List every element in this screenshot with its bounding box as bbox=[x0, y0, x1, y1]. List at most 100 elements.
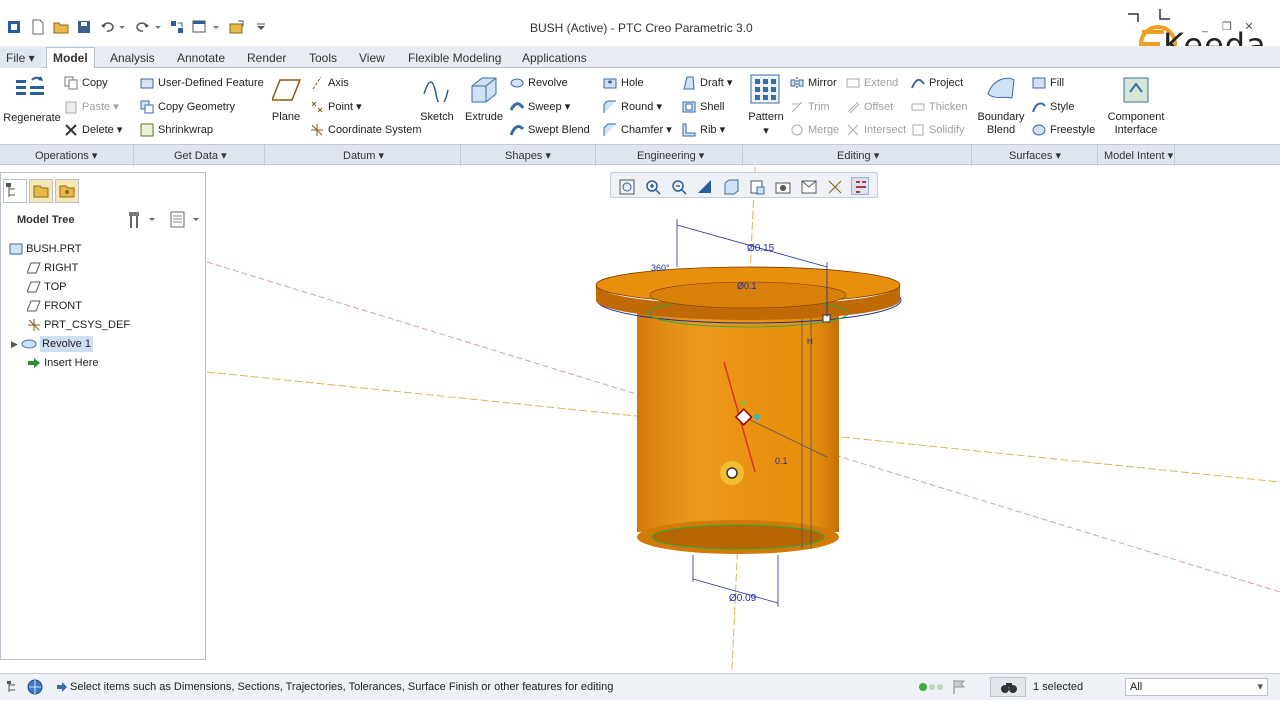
graphics-viewport[interactable]: Ø0.15 360° Ø0.1 0.1 H Ø0.09 bbox=[207, 167, 1280, 670]
copy-button[interactable]: Copy bbox=[64, 76, 108, 90]
component-interface-label-2[interactable]: Interface bbox=[1100, 124, 1172, 136]
chamfer-button[interactable]: Chamfer ▾ bbox=[603, 123, 672, 137]
boundary-blend-icon[interactable] bbox=[985, 74, 1017, 109]
delete-button[interactable]: Delete ▾ bbox=[64, 123, 122, 137]
paste-button[interactable]: Paste ▾ bbox=[64, 100, 119, 114]
merge-button[interactable]: Merge bbox=[790, 123, 839, 137]
dim-inner-diameter[interactable]: Ø0.1 bbox=[737, 281, 757, 291]
shell-button[interactable]: Shell bbox=[682, 100, 724, 114]
windows-icon[interactable] bbox=[190, 18, 222, 36]
group-engineering[interactable]: Engineering ▾ bbox=[637, 149, 704, 162]
app-menu-icon[interactable] bbox=[6, 18, 22, 36]
tab-tools[interactable]: Tools bbox=[303, 49, 343, 68]
mirror-button[interactable]: Mirror bbox=[790, 76, 837, 90]
refit-icon[interactable] bbox=[617, 177, 635, 195]
tab-applications[interactable]: Applications bbox=[516, 49, 593, 68]
annotation-display-icon[interactable] bbox=[851, 177, 869, 195]
pattern-dropdown-icon[interactable]: ▾ bbox=[760, 124, 772, 137]
tree-settings-icon[interactable] bbox=[127, 210, 157, 233]
sketch-label[interactable]: Sketch bbox=[418, 111, 456, 123]
group-shapes[interactable]: Shapes ▾ bbox=[505, 149, 551, 162]
boundary-blend-label-1[interactable]: Boundary bbox=[974, 111, 1028, 123]
datum-display-icon[interactable] bbox=[825, 177, 843, 195]
tree-show-icon[interactable] bbox=[169, 210, 203, 233]
customize-dropdown-icon[interactable] bbox=[256, 18, 266, 36]
view-manager-icon[interactable] bbox=[773, 177, 791, 195]
dim-bore-diameter[interactable]: Ø0.09 bbox=[729, 593, 757, 604]
coordinate-system-button[interactable]: Coordinate System bbox=[310, 123, 422, 137]
group-surfaces[interactable]: Surfaces ▾ bbox=[1009, 149, 1061, 162]
swept-blend-button[interactable]: Swept Blend bbox=[509, 123, 590, 137]
pattern-label[interactable]: Pattern bbox=[744, 111, 788, 123]
intersect-button[interactable]: Intersect bbox=[846, 123, 906, 137]
solidify-button[interactable]: Solidify bbox=[911, 123, 964, 137]
plane-icon[interactable] bbox=[270, 78, 302, 105]
tab-analysis[interactable]: Analysis bbox=[104, 49, 161, 68]
flag-icon[interactable] bbox=[952, 679, 966, 698]
tab-file[interactable]: File ▾ bbox=[0, 49, 41, 68]
browser-toggle-icon[interactable] bbox=[26, 678, 44, 699]
tree-item-insert-here[interactable]: Insert Here bbox=[27, 355, 98, 371]
trim-button[interactable]: Trim bbox=[790, 100, 830, 114]
zoom-out-icon[interactable] bbox=[669, 177, 687, 195]
sweep-button[interactable]: Sweep ▾ bbox=[509, 100, 570, 114]
saved-orientations-icon[interactable] bbox=[747, 177, 765, 195]
regenerate-quick-icon[interactable] bbox=[168, 18, 186, 36]
expand-arrow-icon[interactable]: ▶ bbox=[11, 339, 18, 349]
group-get-data[interactable]: Get Data ▾ bbox=[174, 149, 227, 162]
dim-flange-diameter[interactable]: Ø0.15 bbox=[747, 243, 775, 254]
zoom-in-icon[interactable] bbox=[643, 177, 661, 195]
hole-button[interactable]: Hole bbox=[603, 76, 644, 90]
new-file-icon[interactable] bbox=[30, 18, 46, 36]
redo-icon[interactable] bbox=[134, 18, 162, 36]
component-interface-icon[interactable] bbox=[1120, 74, 1152, 109]
tab-favorites[interactable] bbox=[55, 179, 79, 203]
axis-button[interactable]: Axis bbox=[310, 76, 349, 90]
tree-item-right[interactable]: RIGHT bbox=[26, 260, 78, 276]
tab-model-tree[interactable] bbox=[3, 179, 27, 203]
dim-height[interactable]: 0.1 bbox=[775, 456, 788, 466]
group-datum[interactable]: Datum ▾ bbox=[343, 149, 384, 162]
repaint-icon[interactable] bbox=[695, 177, 713, 195]
save-icon[interactable] bbox=[76, 18, 92, 36]
thicken-button[interactable]: Thicken bbox=[911, 100, 968, 114]
tree-item-front[interactable]: FRONT bbox=[26, 298, 82, 314]
tree-item-revolve[interactable]: ▶ Revolve 1 bbox=[11, 336, 93, 352]
group-operations[interactable]: Operations ▾ bbox=[35, 149, 97, 162]
component-interface-label-1[interactable]: Component bbox=[1100, 111, 1172, 123]
regenerate-label[interactable]: Regenerate bbox=[2, 112, 62, 124]
extrude-label[interactable]: Extrude bbox=[462, 111, 506, 123]
find-binoculars-icon[interactable] bbox=[990, 677, 1026, 697]
regen-status-icon[interactable] bbox=[918, 682, 948, 695]
selection-filter-dropdown[interactable]: All ▾ bbox=[1125, 678, 1268, 696]
freestyle-button[interactable]: Freestyle bbox=[1032, 123, 1095, 137]
tree-item-top[interactable]: TOP bbox=[26, 279, 66, 295]
style-button[interactable]: Style bbox=[1032, 100, 1074, 114]
extend-button[interactable]: Extend bbox=[846, 76, 898, 90]
model-canvas[interactable]: Ø0.15 360° Ø0.1 0.1 H Ø0.09 bbox=[207, 167, 1280, 670]
shrinkwrap-button[interactable]: Shrinkwrap bbox=[140, 123, 213, 137]
extrude-icon[interactable] bbox=[468, 74, 500, 109]
regenerate-icon[interactable] bbox=[14, 74, 46, 109]
display-style-icon[interactable] bbox=[721, 177, 739, 195]
open-folder-icon[interactable] bbox=[52, 18, 70, 36]
revolve-button[interactable]: Revolve bbox=[510, 76, 568, 90]
user-defined-feature-button[interactable]: User-Defined Feature bbox=[140, 76, 264, 90]
boundary-blend-label-2[interactable]: Blend bbox=[974, 124, 1028, 136]
tab-render[interactable]: Render bbox=[241, 49, 292, 68]
group-editing[interactable]: Editing ▾ bbox=[837, 149, 879, 162]
tab-folder-browser[interactable] bbox=[29, 179, 53, 203]
pattern-icon[interactable] bbox=[750, 74, 780, 107]
close-window-icon[interactable] bbox=[228, 18, 246, 36]
group-model-intent[interactable]: Model Intent ▾ bbox=[1104, 149, 1173, 162]
tab-model[interactable]: Model bbox=[46, 47, 95, 69]
fill-button[interactable]: Fill bbox=[1032, 76, 1064, 90]
tree-item-part[interactable]: BUSH.PRT bbox=[9, 241, 81, 257]
toggle-navigator-icon[interactable] bbox=[5, 679, 21, 698]
tree-item-csys[interactable]: PRT_CSYS_DEF bbox=[27, 317, 130, 333]
point-button[interactable]: Point ▾ bbox=[310, 100, 362, 114]
copy-geometry-button[interactable]: Copy Geometry bbox=[140, 100, 235, 114]
tab-flexible-modeling[interactable]: Flexible Modeling bbox=[402, 49, 507, 68]
project-button[interactable]: Project bbox=[911, 76, 963, 90]
tab-annotate[interactable]: Annotate bbox=[171, 49, 231, 68]
